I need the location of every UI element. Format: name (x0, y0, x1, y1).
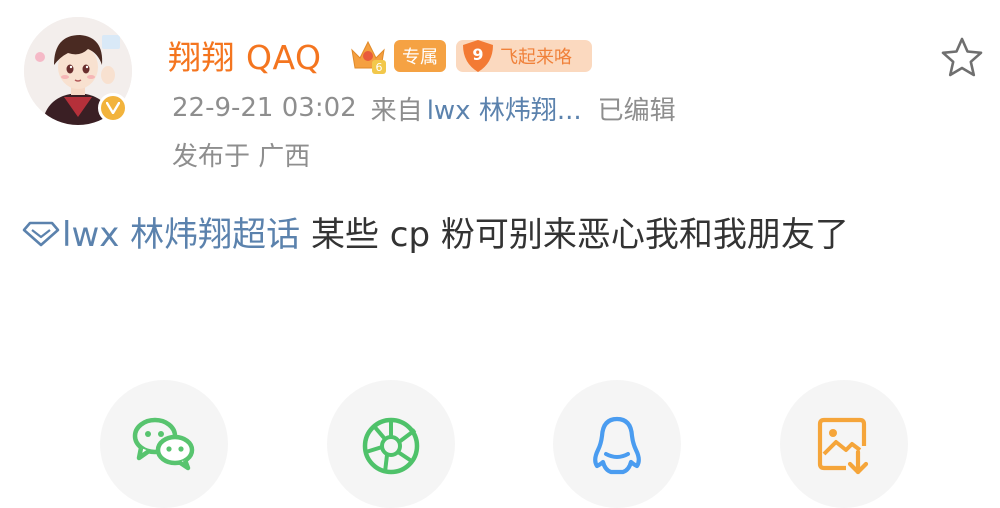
source-prefix: 来自 (370, 95, 423, 126)
save-image-button[interactable] (780, 380, 908, 508)
wechat-icon (132, 417, 195, 471)
fans-badge-label: 飞起来咯 (500, 47, 572, 68)
share-qq-button[interactable] (553, 380, 681, 508)
post-location: 发布于 广西 (172, 141, 311, 172)
vip-crown-icon[interactable]: 6 (348, 36, 388, 76)
verified-v-icon (98, 93, 128, 123)
qq-icon (593, 416, 641, 475)
topic-link[interactable]: lwx 林炜翔超话 (22, 215, 300, 255)
post-content: lwx 林炜翔超话 某些 cp 粉可别来恶心我和我朋友了 (22, 206, 990, 264)
crown-level: 6 (376, 61, 383, 74)
author-avatar[interactable] (24, 17, 132, 125)
post-text: 某些 cp 粉可别来恶心我和我朋友了 (311, 215, 849, 255)
star-outline-icon[interactable] (938, 34, 986, 82)
save-image-icon (817, 417, 869, 475)
fans-level: 9 (472, 45, 484, 64)
edited-label[interactable]: 已编辑 (598, 90, 676, 127)
share-moments-button[interactable] (327, 380, 455, 508)
fans-level-badge[interactable]: 9 飞起来咯 (456, 40, 592, 72)
moments-icon (362, 417, 420, 475)
post-date: 22-9-21 03:02 (172, 93, 357, 123)
share-wechat-button[interactable] (100, 380, 228, 508)
diamond-topic-icon (22, 221, 60, 247)
exclusive-badge[interactable]: 专属 (394, 40, 446, 72)
fans-shield-icon: 9 (460, 39, 496, 73)
author-name[interactable]: 翔翔 QAQ (168, 30, 321, 80)
topic-label: lwx 林炜翔超话 (62, 215, 301, 255)
post-meta: 22-9-21 03:02 来自 lwx 林炜翔... 已编辑 (172, 88, 676, 128)
source-link[interactable]: lwx 林炜翔... (427, 90, 582, 127)
